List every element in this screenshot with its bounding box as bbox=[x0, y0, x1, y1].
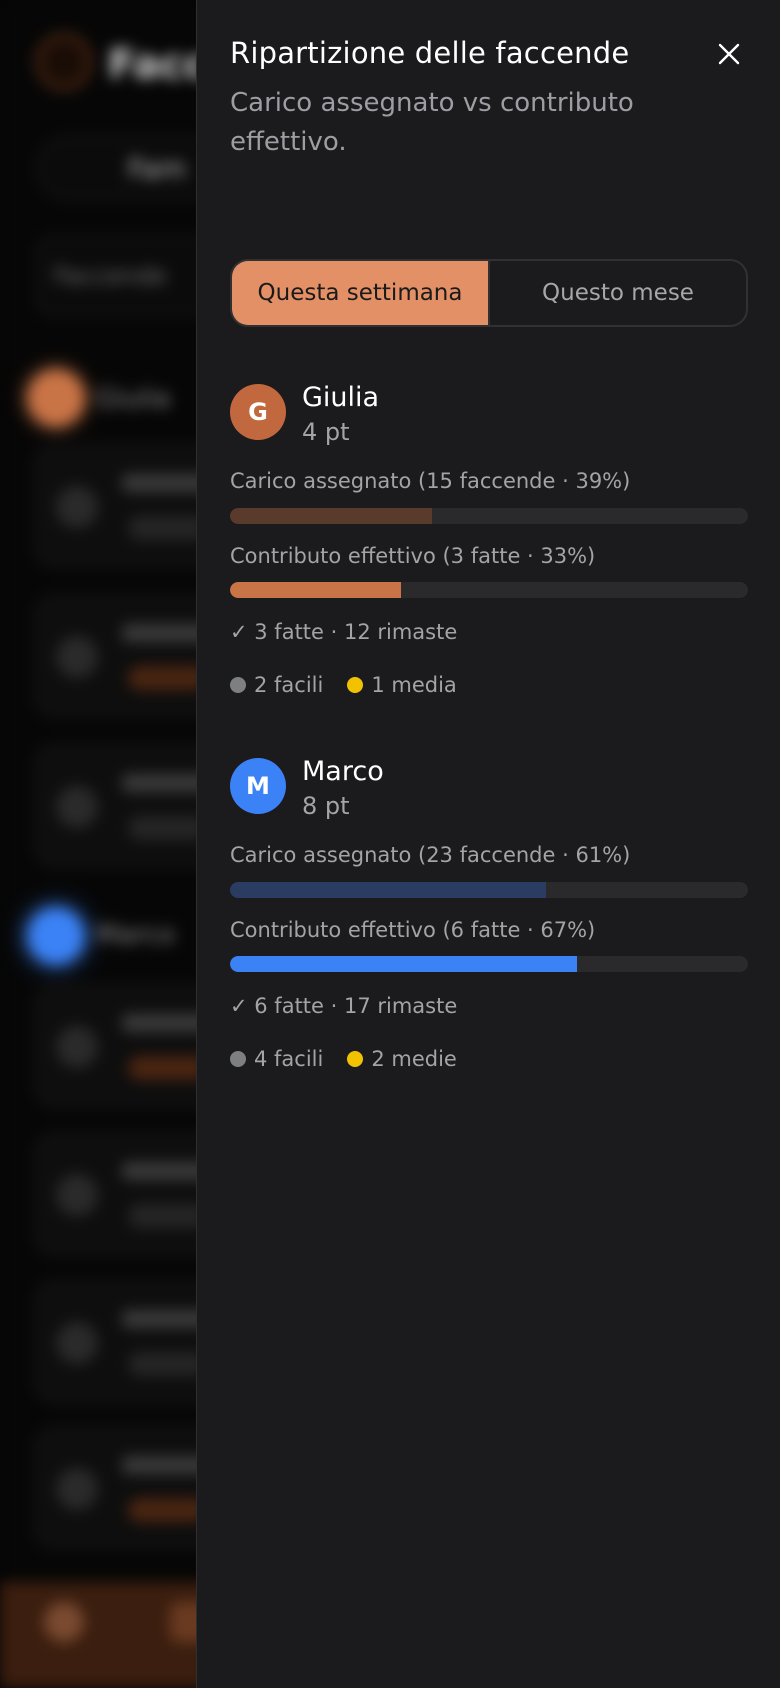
contribution-bar bbox=[230, 956, 748, 972]
assigned-load-fill bbox=[230, 882, 546, 898]
difficulty-breakdown: 2 facili 1 media bbox=[230, 673, 481, 697]
close-button[interactable] bbox=[711, 36, 747, 72]
difficulty-easy: 2 facili bbox=[230, 673, 323, 697]
difficulty-breakdown: 4 facili 2 medie bbox=[230, 1047, 481, 1071]
difficulty-label: 1 media bbox=[371, 673, 457, 697]
assigned-load-fill bbox=[230, 508, 433, 524]
background-avatar-giulia bbox=[28, 370, 84, 426]
assigned-load-bar bbox=[230, 882, 748, 898]
person-name: Marco bbox=[302, 756, 384, 787]
period-selector: Questa settimana Questo mese bbox=[230, 259, 748, 327]
person-card-marco: M Marco 8 pt Carico assegnato (23 faccen… bbox=[230, 756, 748, 1088]
dot-icon bbox=[347, 1051, 364, 1067]
contribution-fill bbox=[230, 956, 578, 972]
difficulty-medium: 1 media bbox=[347, 673, 457, 697]
tab-this-month[interactable]: Questo mese bbox=[490, 261, 746, 325]
drawer-subtitle: Carico assegnato vs contributo effettivo… bbox=[230, 88, 634, 157]
difficulty-easy: 4 facili bbox=[230, 1047, 323, 1071]
close-icon bbox=[718, 43, 740, 65]
background-avatar-marco bbox=[28, 908, 84, 964]
app-title-blurred: Facc bbox=[108, 42, 208, 88]
difficulty-medium: 2 medie bbox=[347, 1047, 457, 1071]
contribution-label: Contributo effettivo (3 fatte · 33%) bbox=[230, 544, 596, 568]
dot-icon bbox=[347, 677, 364, 693]
background-name: Marco bbox=[96, 920, 175, 950]
contribution-bar bbox=[230, 582, 748, 598]
chore-breakdown-drawer: Ripartizione delle faccende Carico asseg… bbox=[196, 0, 780, 1688]
assigned-load-label: Carico assegnato (15 faccende · 39%) bbox=[230, 469, 631, 493]
dot-icon bbox=[230, 1051, 246, 1067]
difficulty-label: 2 facili bbox=[254, 673, 324, 697]
avatar: G bbox=[230, 384, 286, 440]
difficulty-label: 2 medie bbox=[371, 1047, 457, 1071]
difficulty-label: 4 facili bbox=[254, 1047, 324, 1071]
background-name: Giulia bbox=[96, 384, 171, 414]
person-points: 4 pt bbox=[302, 418, 350, 446]
person-card-giulia: G Giulia 4 pt Carico assegnato (15 facce… bbox=[230, 382, 748, 714]
dot-icon bbox=[230, 677, 246, 693]
person-points: 8 pt bbox=[302, 792, 350, 820]
contribution-fill bbox=[230, 582, 401, 598]
contribution-label: Contributo effettivo (6 fatte · 67%) bbox=[230, 918, 596, 942]
done-remaining-summary: ✓ 3 fatte · 12 rimaste bbox=[230, 620, 458, 644]
assigned-load-label: Carico assegnato (23 faccende · 61%) bbox=[230, 843, 631, 867]
drawer-title: Ripartizione delle faccende bbox=[230, 36, 630, 70]
person-name: Giulia bbox=[302, 382, 380, 413]
tab-this-week[interactable]: Questa settimana bbox=[232, 261, 490, 325]
assigned-load-bar bbox=[230, 508, 748, 524]
avatar: M bbox=[230, 758, 286, 814]
app-logo-icon bbox=[36, 34, 92, 90]
done-remaining-summary: ✓ 6 fatte · 17 rimaste bbox=[230, 994, 458, 1018]
